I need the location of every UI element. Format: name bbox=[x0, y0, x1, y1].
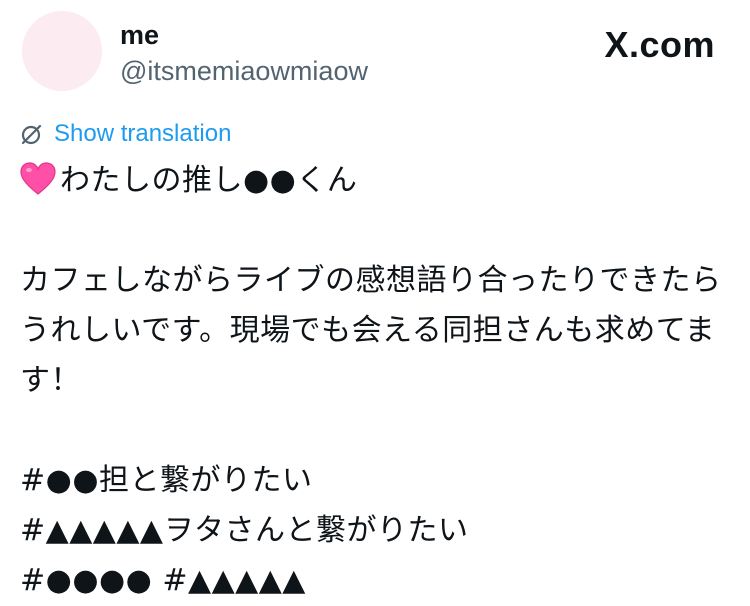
no-translate-icon bbox=[20, 122, 44, 146]
post-line: わたしの推し●●くん bbox=[20, 156, 730, 206]
hashtag-line-3[interactable]: #●●●● #▲▲▲▲▲ bbox=[20, 556, 730, 606]
post-line-5: す！ bbox=[20, 363, 81, 398]
brand-label: X.com bbox=[604, 24, 715, 65]
author-display-name[interactable]: me bbox=[120, 18, 159, 52]
post-line-3: カフェしながらライブの感想語り合ったりできたら bbox=[20, 263, 722, 298]
tweet-card: me @itsmemiaowmiaow X.com Show translati… bbox=[0, 0, 750, 601]
show-translation-label: Show translation bbox=[54, 120, 232, 147]
post-line-4: うれしいです。現場でも会える同担さんも求めてま bbox=[20, 313, 716, 348]
brand-logo: X.com bbox=[604, 24, 715, 66]
hashtag-line-2[interactable]: #▲▲▲▲▲ヲタさんと繋がりたい bbox=[20, 506, 730, 556]
hashtag-line-1[interactable]: #●●担と繋がりたい bbox=[20, 456, 730, 506]
pink-heart-icon bbox=[20, 162, 56, 196]
show-translation-button[interactable]: Show translation bbox=[20, 118, 231, 150]
avatar[interactable] bbox=[22, 11, 102, 91]
post-line-1: わたしの推し●●くん bbox=[60, 163, 358, 198]
post-text: わたしの推し●●くん カフェしながらライブの感想語り合ったりできたら うれしいで… bbox=[20, 156, 730, 606]
author-handle[interactable]: @itsmemiaowmiaow bbox=[120, 54, 368, 88]
